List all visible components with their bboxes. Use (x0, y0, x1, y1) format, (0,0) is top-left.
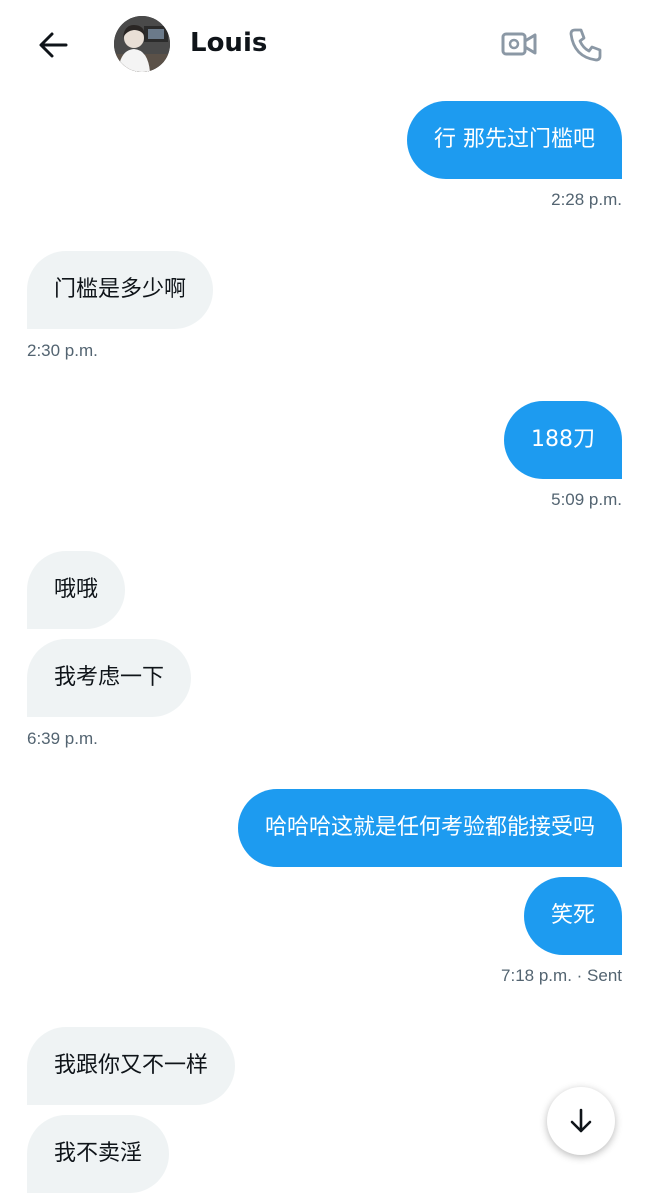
video-call-button[interactable] (499, 24, 539, 64)
message-bubble-incoming[interactable]: 哦哦 (27, 551, 126, 629)
message-bubble-incoming[interactable]: 我不卖淫 (27, 1115, 170, 1193)
message-timestamp: 2:28 p.m. (551, 190, 622, 209)
video-camera-icon (501, 32, 537, 56)
avatar[interactable] (114, 16, 170, 72)
message-bubble-incoming[interactable]: 我跟你又不一样 (27, 1027, 236, 1105)
message-timestamp: 7:18 p.m. · Sent (501, 966, 622, 985)
message-timestamp: 6:39 p.m. (27, 729, 98, 748)
arrow-left-icon (39, 32, 68, 58)
arrow-down-icon (570, 1108, 592, 1133)
avatar-image (114, 16, 170, 72)
conversation-header: Louis (0, 0, 649, 88)
message-bubble-incoming[interactable]: 我考虑一下 (27, 639, 192, 717)
message-bubble-outgoing[interactable]: 188刀 (504, 401, 622, 479)
scroll-to-bottom-button[interactable] (547, 1087, 615, 1155)
message-bubble-incoming[interactable]: 门槛是多少啊 (27, 251, 214, 329)
phone-icon (569, 28, 602, 62)
message-bubble-outgoing[interactable]: 哈哈哈这就是任何考验都能接受吗 (237, 789, 622, 867)
message-bubble-outgoing[interactable]: 行 那先过门槛吧 (407, 101, 622, 179)
message-timestamp: 2:30 p.m. (27, 341, 98, 360)
message-timestamp: 5:09 p.m. (551, 490, 622, 509)
message-bubble-outgoing[interactable]: 笑死 (523, 877, 622, 955)
back-button[interactable] (32, 25, 76, 65)
contact-name[interactable]: Louis (190, 28, 267, 58)
audio-call-button[interactable] (566, 24, 606, 64)
